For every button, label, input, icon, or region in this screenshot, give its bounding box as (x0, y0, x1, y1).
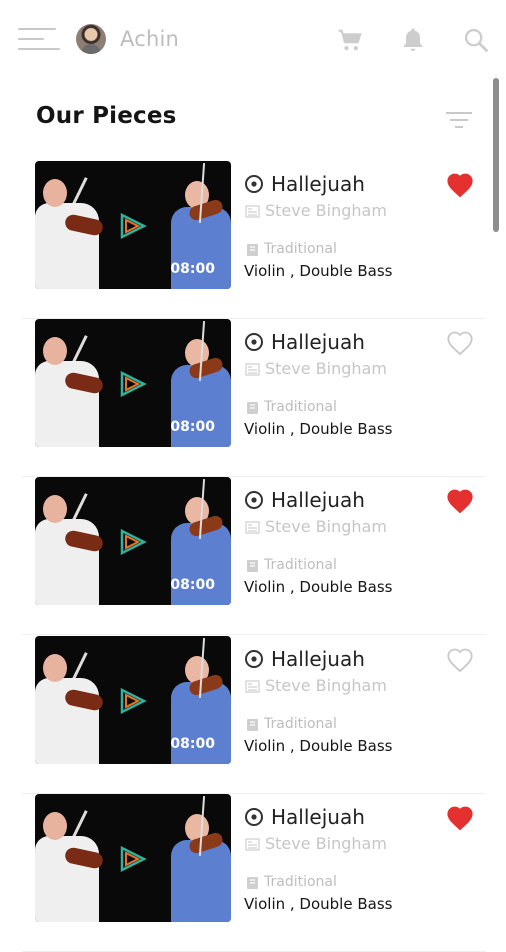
video-thumbnail[interactable]: 08:00 (35, 319, 231, 447)
piece-card[interactable]: 08:00 Hallejuah Steve Bingham Traditiona… (22, 161, 486, 319)
play-icon[interactable] (119, 213, 147, 239)
piece-title[interactable]: Hallejuah (271, 488, 365, 512)
app-header: Achin (0, 0, 506, 78)
video-thumbnail[interactable]: 08:00 (35, 636, 231, 764)
video-duration: 08:00 (170, 419, 215, 435)
avatar[interactable] (76, 24, 106, 54)
artist-icon (245, 363, 260, 376)
genre-label: Traditional (264, 241, 337, 257)
genre-label: Traditional (264, 557, 337, 573)
video-thumbnail[interactable] (35, 794, 231, 922)
video-thumbnail[interactable]: 08:00 (35, 161, 231, 289)
book-icon (247, 244, 258, 256)
instruments-label: Violin , Double Bass (244, 262, 393, 280)
play-icon[interactable] (119, 846, 147, 872)
book-icon (247, 719, 258, 731)
piece-title[interactable]: Hallejuah (271, 330, 365, 354)
artist-name[interactable]: Steve Bingham (265, 834, 387, 853)
performer-image-left (35, 808, 107, 922)
book-icon (247, 402, 258, 414)
piece-card[interactable]: 08:00 Hallejuah Steve Bingham Traditiona… (22, 319, 486, 477)
username[interactable]: Achin (120, 27, 179, 51)
disc-icon (245, 175, 263, 193)
performer-image-left (35, 175, 107, 289)
scrollbar[interactable] (493, 78, 499, 232)
instruments-label: Violin , Double Bass (244, 420, 393, 438)
video-duration: 08:00 (170, 577, 215, 593)
book-icon (247, 560, 258, 572)
piece-card[interactable]: 08:00 Hallejuah Steve Bingham Traditiona… (22, 636, 486, 794)
piece-card[interactable]: 08:00 Hallejuah Steve Bingham Traditiona… (22, 477, 486, 635)
play-icon[interactable] (119, 371, 147, 397)
performer-image-left (35, 491, 107, 605)
genre-label: Traditional (264, 716, 337, 732)
genre-label: Traditional (264, 399, 337, 415)
filter-icon[interactable] (446, 110, 472, 130)
artist-icon (245, 680, 260, 693)
piece-title[interactable]: Hallejuah (271, 172, 365, 196)
genre-label: Traditional (264, 874, 337, 890)
performer-image-left (35, 650, 107, 764)
heart-outline-icon[interactable] (446, 330, 474, 356)
artist-icon (245, 521, 260, 534)
instruments-label: Violin , Double Bass (244, 737, 393, 755)
piece-title[interactable]: Hallejuah (271, 805, 365, 829)
artist-name[interactable]: Steve Bingham (265, 676, 387, 695)
video-duration: 08:00 (170, 736, 215, 752)
play-icon[interactable] (119, 529, 147, 555)
menu-icon[interactable] (18, 26, 60, 52)
artist-name[interactable]: Steve Bingham (265, 201, 387, 220)
instruments-label: Violin , Double Bass (244, 578, 393, 596)
artist-name[interactable]: Steve Bingham (265, 359, 387, 378)
disc-icon (245, 333, 263, 351)
disc-icon (245, 650, 263, 668)
heart-filled-icon[interactable] (446, 172, 474, 198)
heart-filled-icon[interactable] (446, 488, 474, 514)
page-title: Our Pieces (36, 103, 177, 129)
performer-image-left (35, 333, 107, 447)
heart-filled-icon[interactable] (446, 805, 474, 831)
piece-title[interactable]: Hallejuah (271, 647, 365, 671)
disc-icon (245, 808, 263, 826)
heart-outline-icon[interactable] (446, 647, 474, 673)
instruments-label: Violin , Double Bass (244, 895, 393, 913)
performer-image-right (171, 796, 231, 922)
video-duration: 08:00 (170, 261, 215, 277)
bell-icon[interactable] (399, 26, 427, 54)
book-icon (247, 877, 258, 889)
piece-card[interactable]: Hallejuah Steve Bingham Traditional Viol… (22, 794, 486, 952)
cart-icon[interactable] (336, 26, 364, 54)
artist-icon (245, 838, 260, 851)
search-icon[interactable] (462, 26, 490, 54)
video-thumbnail[interactable]: 08:00 (35, 477, 231, 605)
artist-name[interactable]: Steve Bingham (265, 517, 387, 536)
disc-icon (245, 491, 263, 509)
artist-icon (245, 205, 260, 218)
play-icon[interactable] (119, 688, 147, 714)
